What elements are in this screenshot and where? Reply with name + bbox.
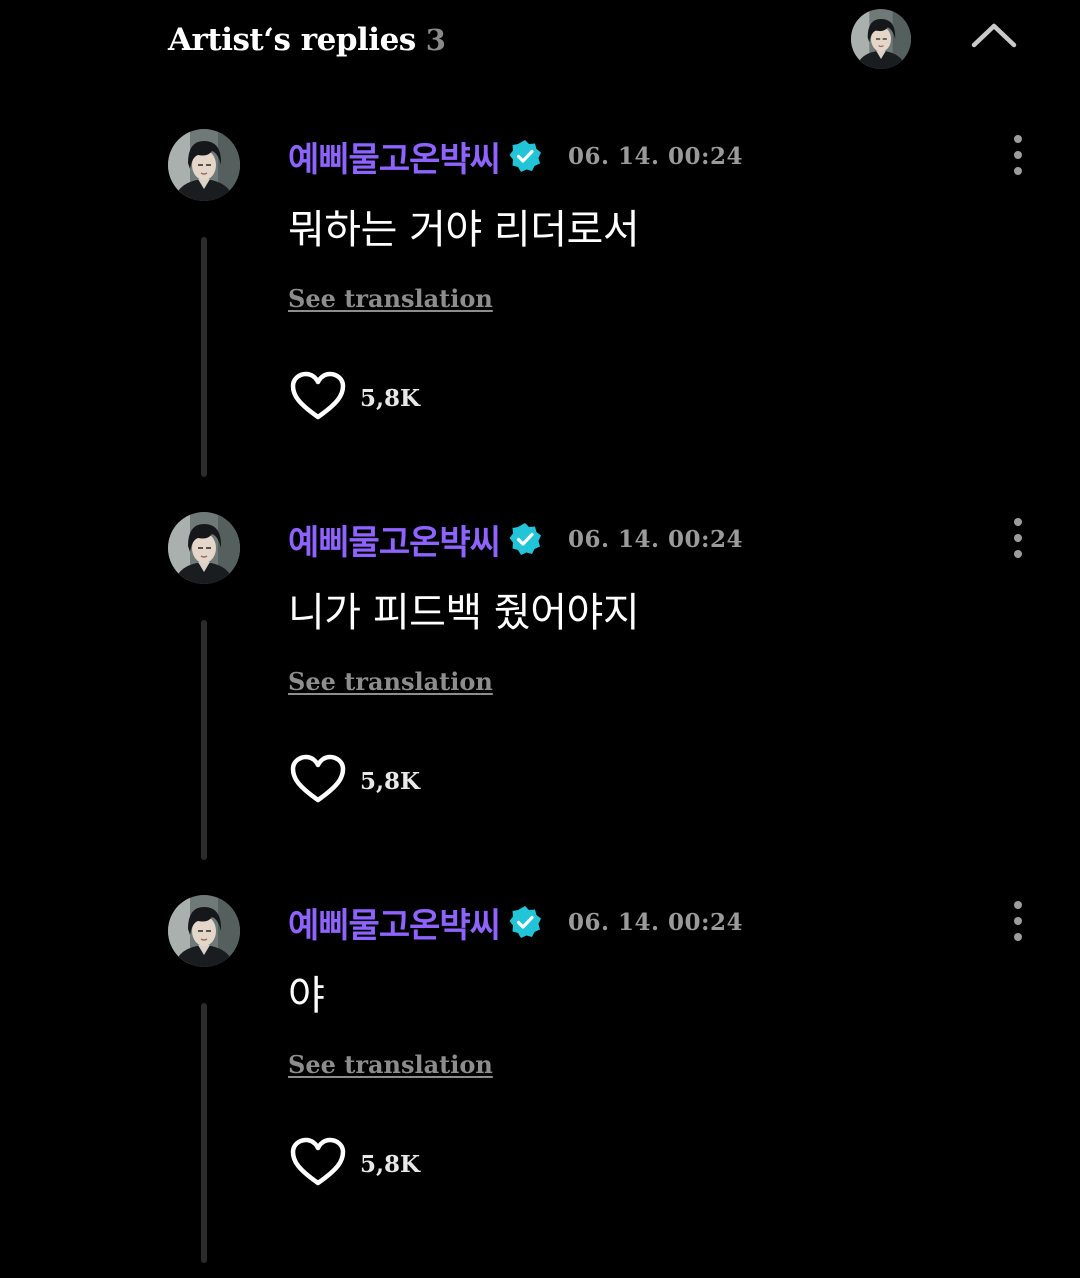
thread-line [201,237,207,477]
avatar[interactable] [168,512,240,584]
thread-line [201,1003,207,1263]
timestamp: 06. 14. 00:24 [567,908,744,936]
header-avatar[interactable] [851,9,911,69]
reply-text: 뭐하는 거야 리더로서 [288,207,640,253]
author-name[interactable]: 예삐물고온뱍씨 [288,898,501,947]
like-count: 5,8K [360,1151,421,1178]
like-count: 5,8K [360,385,421,412]
author-name[interactable]: 예삐물고온뱍씨 [288,515,501,564]
timestamp: 06. 14. 00:24 [567,142,744,170]
thread-line [201,620,207,860]
verified-badge-icon [508,522,542,556]
more-vertical-icon[interactable] [1004,899,1032,943]
replies-header: Artist‘s replies 3 [0,0,1080,95]
see-translation-link[interactable]: See translation [288,284,493,313]
verified-badge-icon [508,905,542,939]
replies-count: 3 [425,23,446,57]
like-count: 5,8K [360,768,421,795]
author-row: 예삐물고온뱍씨 06. 14. 00:24 [288,898,744,947]
heart-outline-icon[interactable] [290,371,346,421]
reply-item: 예삐물고온뱍씨 06. 14. 00:24 야 See translation … [0,895,1080,1278]
author-row: 예삐물고온뱍씨 06. 14. 00:24 [288,132,744,181]
author-row: 예삐물고온뱍씨 06. 14. 00:24 [288,515,744,564]
reply-text: 야 [288,973,325,1019]
timestamp: 06. 14. 00:24 [567,525,744,553]
replies-title-text: Artist‘s replies [168,22,416,58]
chevron-up-icon[interactable] [966,14,1022,54]
more-vertical-icon[interactable] [1004,516,1032,560]
more-vertical-icon[interactable] [1004,133,1032,177]
author-name[interactable]: 예삐물고온뱍씨 [288,132,501,181]
replies-title: Artist‘s replies 3 [168,22,446,58]
reply-text: 니가 피드백 줬어야지 [288,590,640,636]
heart-outline-icon[interactable] [290,1137,346,1187]
verified-badge-icon [508,139,542,173]
avatar[interactable] [168,895,240,967]
reply-item: 예삐물고온뱍씨 06. 14. 00:24 뭐하는 거야 리더로서 See tr… [0,129,1080,512]
avatar[interactable] [168,129,240,201]
reply-item: 예삐물고온뱍씨 06. 14. 00:24 니가 피드백 줬어야지 See tr… [0,512,1080,895]
see-translation-link[interactable]: See translation [288,667,493,696]
heart-outline-icon[interactable] [290,754,346,804]
see-translation-link[interactable]: See translation [288,1050,493,1079]
